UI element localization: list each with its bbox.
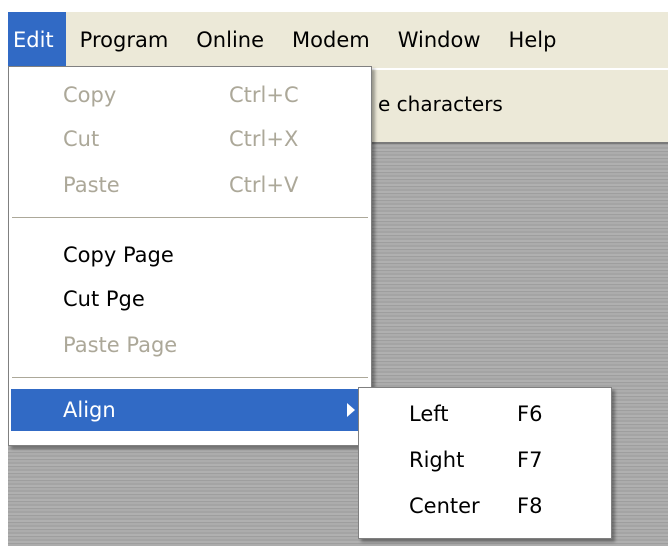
copy-shortcut: Ctrl+C (229, 83, 299, 107)
left-label: Left (409, 402, 449, 426)
edit-dropdown-menu: Copy Ctrl+C Cut Ctrl+X Paste Ctrl+V Copy… (8, 66, 372, 446)
menu-item-copy[interactable]: Copy Ctrl+C (9, 73, 371, 117)
submenu-item-left[interactable]: Left F6 (359, 393, 611, 435)
paste-shortcut: Ctrl+V (229, 173, 299, 197)
paste-page-label: Paste Page (63, 333, 178, 357)
cut-shortcut: Ctrl+X (229, 127, 299, 151)
chevron-right-icon (347, 403, 355, 417)
copy-label: Copy (63, 83, 117, 107)
menu-online[interactable]: Online (182, 12, 278, 68)
cut-page-label: Cut Pge (63, 287, 145, 311)
menu-item-copy-page[interactable]: Copy Page (9, 233, 371, 277)
menu-separator (12, 377, 368, 379)
right-shortcut: F7 (517, 448, 543, 472)
menu-item-cut-page[interactable]: Cut Pge (9, 277, 371, 321)
submenu-item-right[interactable]: Right F7 (359, 439, 611, 481)
submenu-item-center[interactable]: Center F8 (359, 485, 611, 527)
right-label: Right (409, 448, 465, 472)
menu-item-paste[interactable]: Paste Ctrl+V (9, 163, 371, 207)
paste-label: Paste (63, 173, 120, 197)
menu-bar: Edit Program Online Modem Window Help (8, 12, 668, 68)
menu-modem[interactable]: Modem (278, 12, 384, 68)
center-shortcut: F8 (517, 494, 543, 518)
menu-program[interactable]: Program (66, 12, 183, 68)
menu-item-paste-page[interactable]: Paste Page (9, 323, 371, 367)
strip-text: e characters (378, 92, 503, 116)
align-label: Align (63, 398, 116, 422)
menu-window[interactable]: Window (384, 12, 495, 68)
menu-edit[interactable]: Edit (8, 12, 66, 68)
left-shortcut: F6 (517, 402, 543, 426)
cut-label: Cut (63, 127, 100, 151)
menu-separator (12, 217, 368, 219)
menu-item-align[interactable]: Align (11, 389, 369, 431)
copy-page-label: Copy Page (63, 243, 174, 267)
menu-item-cut[interactable]: Cut Ctrl+X (9, 117, 371, 161)
center-label: Center (409, 494, 480, 518)
menu-help[interactable]: Help (495, 12, 571, 68)
align-submenu: Left F6 Right F7 Center F8 (358, 387, 612, 539)
